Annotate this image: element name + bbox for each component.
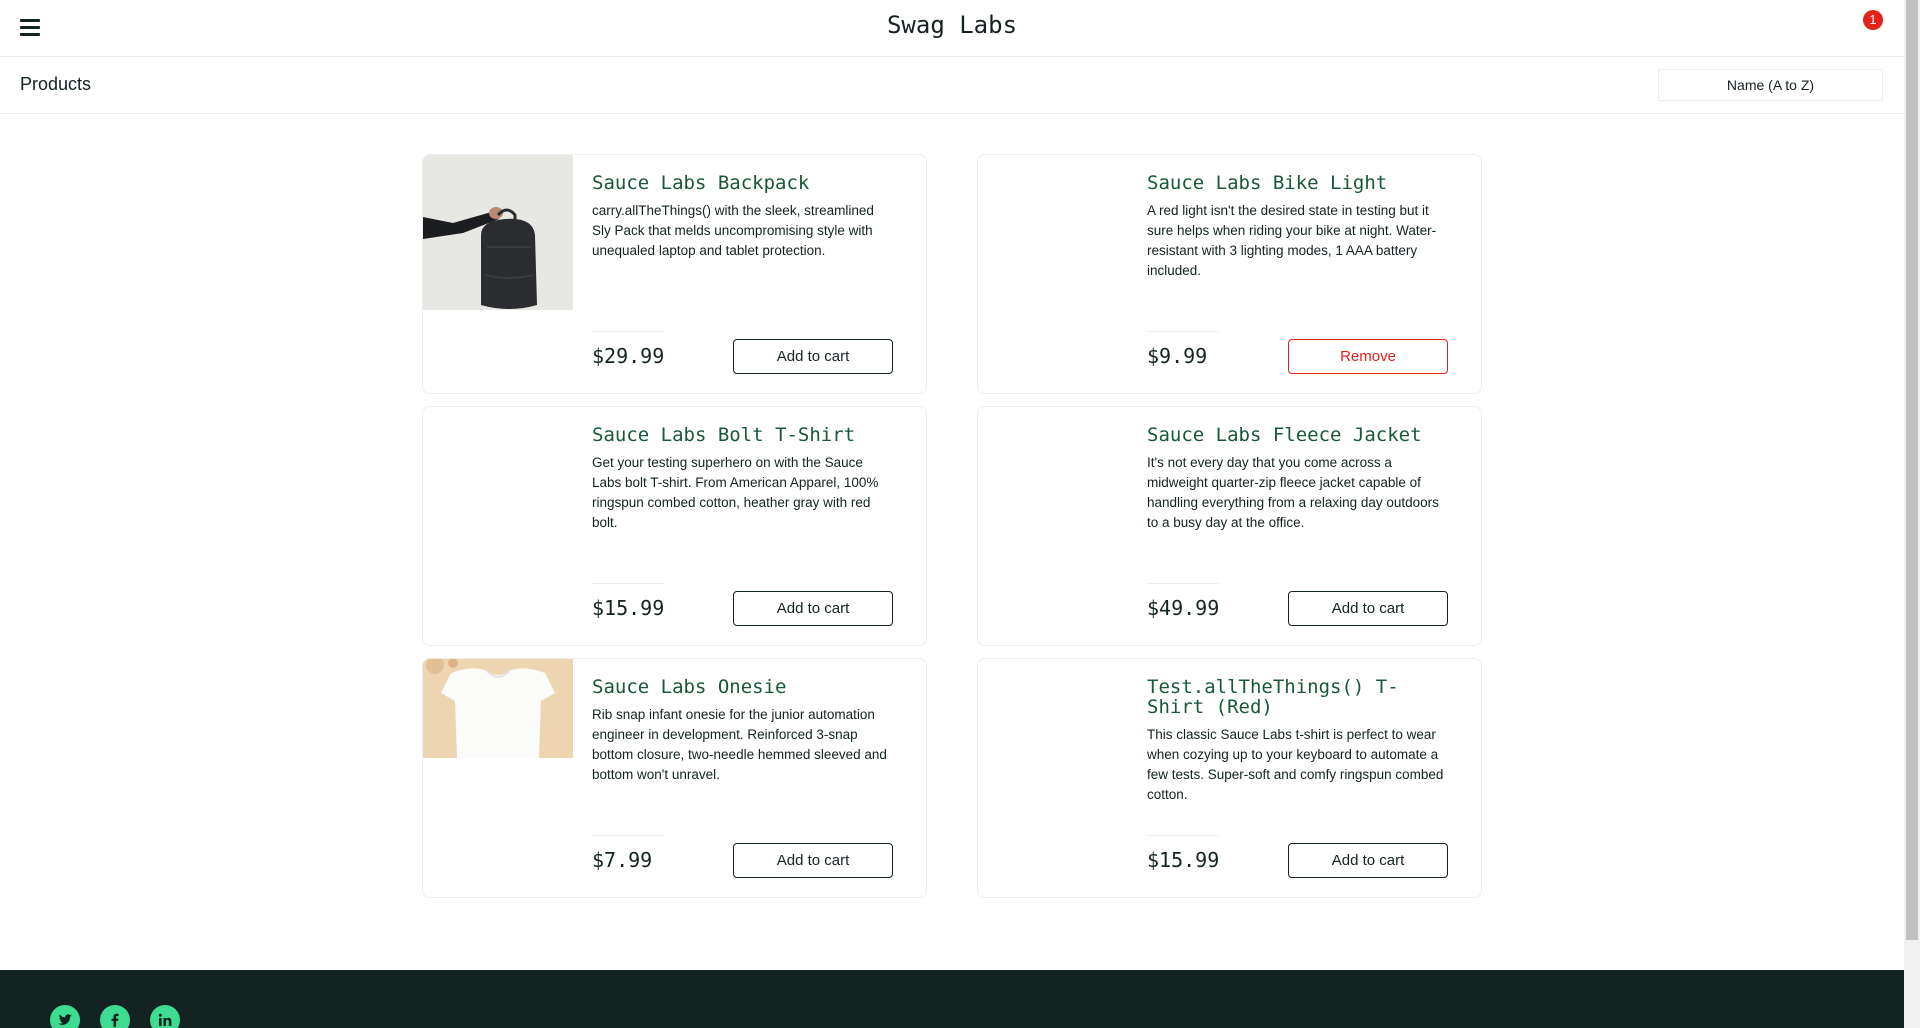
onesie-image-icon: [423, 659, 573, 758]
primary-header: Swag Labs 1: [0, 0, 1904, 57]
item-info: Sauce Labs Onesie Rib snap infant onesie…: [592, 659, 892, 785]
price-divider: [1147, 583, 1219, 584]
price-divider: [592, 331, 664, 332]
inventory-item: Sauce Labs Backpack carry.allTheThings()…: [422, 154, 927, 394]
product-image[interactable]: [423, 659, 573, 758]
item-name-link[interactable]: Sauce Labs Fleece Jacket: [1147, 425, 1447, 445]
item-price: $15.99: [592, 596, 665, 620]
price-divider: [1147, 331, 1219, 332]
item-price: $7.99: [592, 848, 653, 872]
item-price: $29.99: [592, 344, 665, 368]
item-info: Sauce Labs Fleece Jacket It's not every …: [1147, 407, 1447, 533]
linkedin-icon: [158, 1013, 172, 1026]
linkedin-link[interactable]: [150, 1005, 180, 1028]
add-to-cart-button[interactable]: Add to cart: [733, 339, 893, 374]
item-name-link[interactable]: Sauce Labs Backpack: [592, 173, 892, 193]
twitter-link[interactable]: [50, 1005, 80, 1028]
inventory-item: Sauce Labs Onesie Rib snap infant onesie…: [422, 658, 927, 898]
product-image[interactable]: [978, 407, 1128, 562]
backpack-image-icon: [423, 155, 573, 310]
product-image[interactable]: [423, 407, 573, 562]
item-price: $15.99: [1147, 848, 1220, 872]
price-divider: [592, 583, 664, 584]
add-to-cart-button[interactable]: Add to cart: [1288, 843, 1448, 878]
item-description: It's not every day that you come across …: [1147, 455, 1439, 530]
sort-dropdown[interactable]: Name (A to Z): [1658, 69, 1883, 101]
add-to-cart-button[interactable]: Add to cart: [733, 843, 893, 878]
item-description: A red light isn't the desired state in t…: [1147, 203, 1437, 278]
footer: [0, 970, 1904, 1028]
facebook-link[interactable]: [100, 1005, 130, 1028]
item-info: Sauce Labs Bike Light A red light isn't …: [1147, 155, 1447, 281]
secondary-header: Products Name (A to Z): [0, 57, 1904, 114]
inventory-item: Sauce Labs Fleece Jacket It's not every …: [977, 406, 1482, 646]
item-info: Sauce Labs Backpack carry.allTheThings()…: [592, 155, 892, 261]
item-description: carry.allTheThings() with the sleek, str…: [592, 203, 874, 258]
item-info: Test.allTheThings() T-Shirt (Red) This c…: [1147, 659, 1447, 805]
item-name-link[interactable]: Sauce Labs Bike Light: [1147, 173, 1447, 193]
inventory-item: Test.allTheThings() T-Shirt (Red) This c…: [977, 658, 1482, 898]
remove-button[interactable]: Remove: [1288, 339, 1448, 374]
inventory-item: Sauce Labs Bike Light A red light isn't …: [977, 154, 1482, 394]
item-price: $49.99: [1147, 596, 1220, 620]
item-price: $9.99: [1147, 344, 1208, 368]
twitter-icon: [58, 1014, 72, 1025]
item-name-link[interactable]: Sauce Labs Bolt T-Shirt: [592, 425, 892, 445]
inventory-item: Sauce Labs Bolt T-Shirt Get your testing…: [422, 406, 927, 646]
add-to-cart-button[interactable]: Add to cart: [733, 591, 893, 626]
price-divider: [1147, 835, 1219, 836]
add-to-cart-button[interactable]: Add to cart: [1288, 591, 1448, 626]
item-name-link[interactable]: Test.allTheThings() T-Shirt (Red): [1147, 677, 1447, 717]
cart-badge: 1: [1863, 10, 1883, 30]
product-image[interactable]: [978, 659, 1128, 814]
facebook-icon: [111, 1013, 119, 1027]
price-divider: [592, 835, 664, 836]
item-name-link[interactable]: Sauce Labs Onesie: [592, 677, 892, 697]
item-info: Sauce Labs Bolt T-Shirt Get your testing…: [592, 407, 892, 533]
item-description: This classic Sauce Labs t-shirt is perfe…: [1147, 727, 1444, 802]
vertical-scrollbar[interactable]: [1904, 0, 1920, 1028]
product-image[interactable]: [423, 155, 573, 310]
scrollbar-thumb[interactable]: [1906, 0, 1918, 940]
item-description: Rib snap infant onesie for the junior au…: [592, 707, 887, 782]
page: Swag Labs 1 Products Name (A to Z) Sauce…: [0, 0, 1904, 1028]
item-description: Get your testing superhero on with the S…: [592, 455, 879, 530]
page-title: Products: [20, 74, 92, 94]
app-logo: Swag Labs: [886, 11, 1018, 39]
product-image[interactable]: [978, 155, 1128, 310]
